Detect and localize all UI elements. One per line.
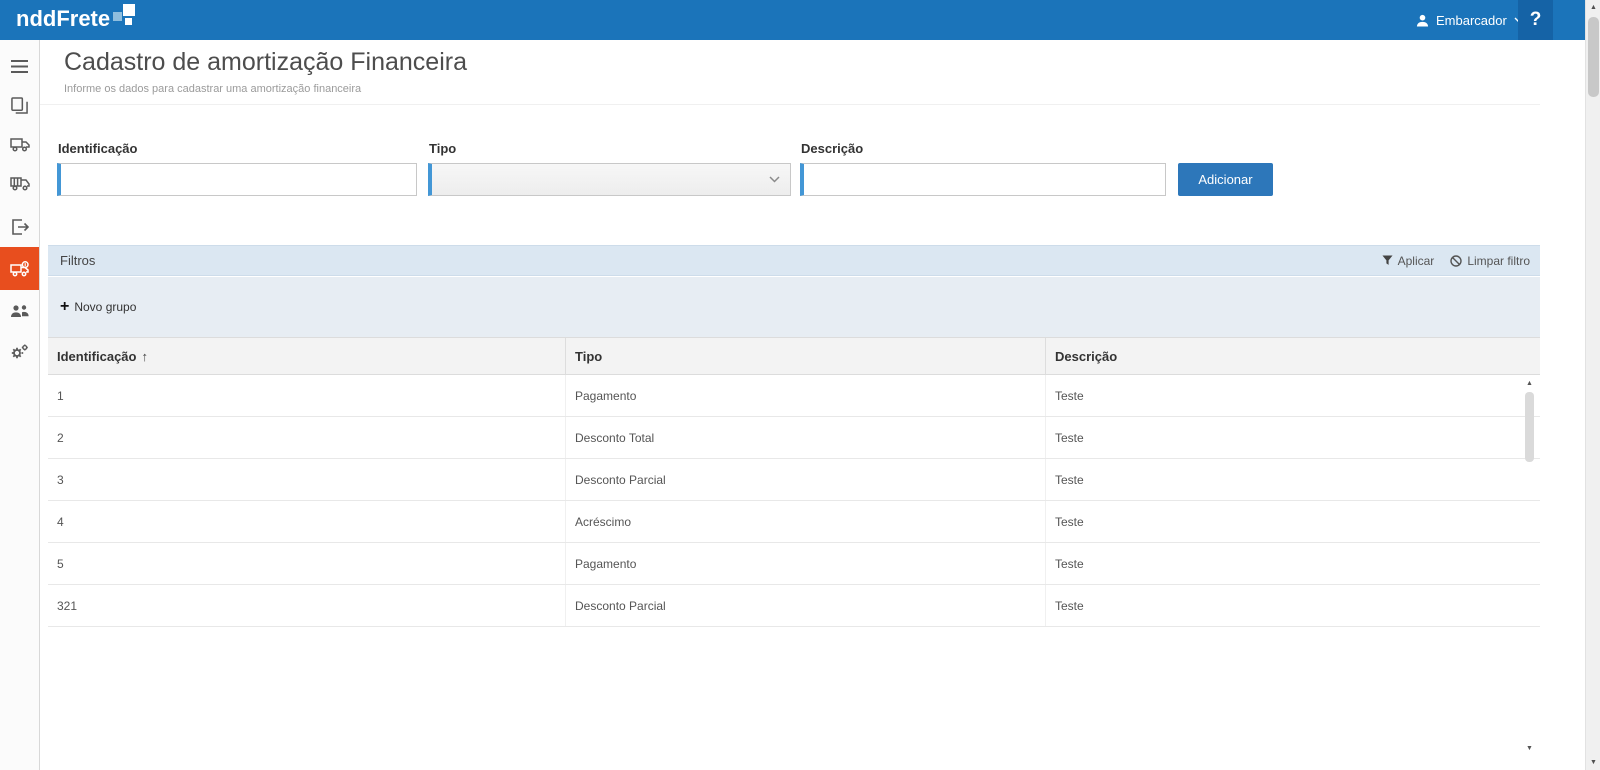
table-cell: 2 <box>48 417 565 458</box>
apply-filter-button[interactable]: Aplicar <box>1382 254 1435 268</box>
sidebar-item-delivery[interactable] <box>0 163 39 203</box>
header-divider <box>40 104 1540 105</box>
hamburger-menu-icon <box>11 60 28 73</box>
column-header-tipo[interactable]: Tipo <box>565 338 1045 374</box>
sidebar-item-freight[interactable] <box>0 124 39 164</box>
table-cell: 5 <box>48 543 565 584</box>
sidebar-item-users[interactable] <box>0 291 39 331</box>
user-menu[interactable]: Embarcador <box>1408 0 1531 40</box>
identificacao-input[interactable] <box>57 163 417 196</box>
new-group-label: Novo grupo <box>74 300 136 314</box>
user-icon <box>1416 14 1429 27</box>
page-scrollbar[interactable]: ▲ ▼ <box>1585 0 1600 770</box>
page-scrollbar-thumb[interactable] <box>1588 17 1599 97</box>
brand-logo[interactable]: nddFrete <box>16 6 135 32</box>
logout-icon <box>11 219 29 235</box>
filters-title: Filtros <box>48 253 95 268</box>
filter-group-area: + Novo grupo <box>48 277 1540 337</box>
table-cell: Acréscimo <box>565 501 1045 542</box>
sidebar <box>0 40 40 770</box>
select-chevron-icon <box>769 176 780 183</box>
new-group-button[interactable]: + Novo grupo <box>60 299 136 315</box>
table-cell: Desconto Parcial <box>565 459 1045 500</box>
clear-filter-button[interactable]: Limpar filtro <box>1450 254 1530 268</box>
table-cell: Teste <box>1045 375 1540 416</box>
column-header-descricao[interactable]: Descrição <box>1045 338 1540 374</box>
scroll-down-icon[interactable]: ▼ <box>1522 741 1537 756</box>
table-cell: Desconto Total <box>565 417 1045 458</box>
table-cell: 321 <box>48 585 565 626</box>
table-cell: Desconto Parcial <box>565 585 1045 626</box>
users-icon <box>10 304 30 318</box>
brand-squares-icon <box>113 6 135 32</box>
table-scrollbar-thumb[interactable] <box>1525 392 1534 462</box>
table-scrollbar[interactable]: ▲ ▼ <box>1522 376 1537 756</box>
main-content: Cadastro de amortização Financeira Infor… <box>40 40 1585 770</box>
table-cell: Teste <box>1045 459 1540 500</box>
truck-delivery-icon <box>10 175 30 191</box>
page-subtitle: Informe os dados para cadastrar uma amor… <box>64 83 361 95</box>
apply-filter-label: Aplicar <box>1398 254 1435 268</box>
sidebar-item-exit[interactable] <box>0 207 39 247</box>
identificacao-label: Identificação <box>58 141 137 156</box>
scroll-down-icon[interactable]: ▼ <box>1586 755 1600 770</box>
column-header-label: Descrição <box>1055 349 1117 364</box>
column-header-identificacao[interactable]: Identificação ↑ <box>48 338 565 374</box>
table-row[interactable]: 1PagamentoTeste <box>48 375 1540 417</box>
sidebar-item-settings[interactable] <box>0 332 39 372</box>
top-header: nddFrete Embarcador ? <box>0 0 1600 40</box>
table-cell: Pagamento <box>565 543 1045 584</box>
sort-ascending-icon: ↑ <box>141 349 148 364</box>
column-header-label: Tipo <box>575 349 602 364</box>
table-cell: Teste <box>1045 543 1540 584</box>
scroll-up-icon[interactable]: ▲ <box>1586 0 1600 15</box>
settings-gears-icon <box>10 343 30 361</box>
table-cell: Pagamento <box>565 375 1045 416</box>
tipo-label: Tipo <box>429 141 456 156</box>
table-row[interactable]: 4AcréscimoTeste <box>48 501 1540 543</box>
truck-icon <box>10 136 30 152</box>
tipo-select[interactable] <box>428 163 791 196</box>
table-row[interactable]: 3Desconto ParcialTeste <box>48 459 1540 501</box>
sidebar-toggle-button[interactable] <box>0 46 39 86</box>
help-button[interactable]: ? <box>1518 0 1553 40</box>
table-cell: Teste <box>1045 501 1540 542</box>
column-header-label: Identificação <box>57 349 136 364</box>
table-body: 1PagamentoTeste2Desconto TotalTeste3Desc… <box>48 375 1540 627</box>
table-cell: Teste <box>1045 417 1540 458</box>
user-menu-label: Embarcador <box>1436 13 1507 28</box>
filters-bar: Filtros Aplicar Limpar filtro <box>48 245 1540 276</box>
table-row[interactable]: 321Desconto ParcialTeste <box>48 585 1540 627</box>
freight-payment-icon <box>10 261 30 277</box>
descricao-input[interactable] <box>800 163 1166 196</box>
table-row[interactable]: 5PagamentoTeste <box>48 543 1540 585</box>
scroll-up-icon[interactable]: ▲ <box>1522 376 1537 391</box>
table-header: Identificação ↑ Tipo Descrição <box>48 337 1540 375</box>
adicionar-button[interactable]: Adicionar <box>1178 163 1273 196</box>
clear-filter-label: Limpar filtro <box>1467 254 1530 268</box>
circle-slash-icon <box>1450 255 1462 267</box>
descricao-label: Descrição <box>801 141 863 156</box>
table-row[interactable]: 2Desconto TotalTeste <box>48 417 1540 459</box>
funnel-icon <box>1382 255 1393 266</box>
sidebar-item-financial-amortization[interactable] <box>0 247 39 290</box>
table-cell: Teste <box>1045 585 1540 626</box>
table-cell: 4 <box>48 501 565 542</box>
brand-text: nddFrete <box>16 6 110 32</box>
table-cell: 3 <box>48 459 565 500</box>
page-title: Cadastro de amortização Financeira <box>64 48 467 77</box>
table-cell: 1 <box>48 375 565 416</box>
documents-icon <box>11 97 28 114</box>
sidebar-item-documents[interactable] <box>0 85 39 125</box>
plus-icon: + <box>60 299 69 315</box>
